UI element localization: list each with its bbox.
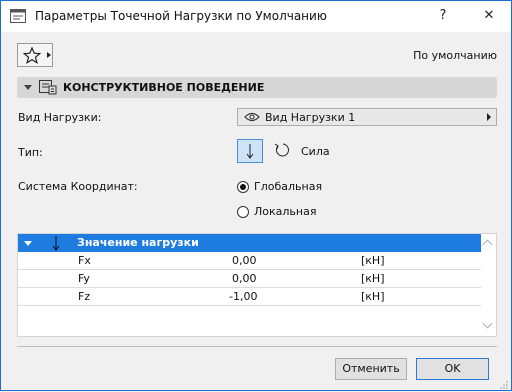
- moment-arrow-icon: [274, 143, 289, 157]
- table-header[interactable]: Значение нагрузки: [18, 234, 481, 252]
- eye-icon: [244, 112, 260, 125]
- table-scrollbar[interactable]: [480, 234, 496, 336]
- type-label: Тип:: [18, 146, 43, 159]
- table-row[interactable]: Fy 0,00 [кН]: [18, 270, 481, 288]
- load-type-value: Вид Нагрузки 1: [265, 111, 356, 124]
- load-type-label: Вид Нагрузки:: [18, 111, 102, 124]
- scroll-down-icon[interactable]: [482, 318, 493, 329]
- load-values-table: Значение нагрузки Fx 0,00 [кН] Fy 0,00 […: [17, 233, 497, 337]
- row-unit: [кН]: [361, 272, 385, 285]
- collapse-triangle-icon[interactable]: [24, 241, 32, 246]
- row-value[interactable]: 0,00: [232, 272, 257, 285]
- star-icon: [23, 47, 41, 64]
- default-label: По умолчанию: [413, 49, 497, 62]
- radio-global[interactable]: [237, 181, 249, 193]
- close-button[interactable]: ✕: [475, 5, 503, 27]
- row-name: Fz: [78, 290, 91, 303]
- radio-global-label[interactable]: Глобальная: [254, 180, 322, 193]
- row-value[interactable]: -1,00: [229, 290, 257, 303]
- scroll-up-icon[interactable]: [482, 239, 493, 250]
- table-row[interactable]: Fz -1,00 [кН]: [18, 288, 481, 306]
- force-type-button[interactable]: [237, 139, 263, 163]
- row-unit: [кН]: [361, 254, 385, 267]
- title-bar: Параметры Точечной Нагрузки по Умолчанию…: [1, 1, 511, 32]
- help-button[interactable]: ?: [429, 5, 457, 27]
- radio-local-label[interactable]: Локальная: [254, 205, 316, 218]
- divider: [17, 346, 497, 347]
- favorites-button[interactable]: [17, 43, 53, 67]
- moment-type-button[interactable]: [269, 139, 295, 163]
- window-title: Параметры Точечной Нагрузки по Умолчанию: [35, 9, 327, 23]
- row-value[interactable]: 0,00: [232, 254, 257, 267]
- cancel-button[interactable]: Отменить: [335, 358, 407, 380]
- ok-button[interactable]: OK: [416, 358, 489, 380]
- row-name: Fx: [78, 254, 91, 267]
- chevron-right-icon: [487, 113, 491, 121]
- row-name: Fy: [78, 272, 90, 285]
- load-type-select[interactable]: Вид Нагрузки 1: [237, 108, 497, 126]
- section-title: КОНСТРУКТИВНОЕ ПОВЕДЕНИЕ: [63, 81, 265, 94]
- radio-local[interactable]: [237, 206, 249, 218]
- row-unit: [кН]: [361, 290, 385, 303]
- app-icon: [10, 9, 26, 23]
- coord-system-label: Система Координат:: [18, 180, 138, 193]
- table-row[interactable]: Fx 0,00 [кН]: [18, 252, 481, 270]
- resize-grip-icon[interactable]: [500, 379, 508, 389]
- section-header[interactable]: КОНСТРУКТИВНОЕ ПОВЕДЕНИЕ: [17, 77, 497, 98]
- dialog-window: Параметры Точечной Нагрузки по Умолчанию…: [0, 0, 512, 391]
- type-force-label: Сила: [301, 145, 330, 158]
- force-arrow-icon: [246, 144, 254, 159]
- table-header-title: Значение нагрузки: [77, 236, 199, 249]
- structural-behavior-icon: [39, 80, 57, 98]
- collapse-triangle-icon[interactable]: [24, 85, 32, 90]
- chevron-right-icon: [47, 52, 51, 58]
